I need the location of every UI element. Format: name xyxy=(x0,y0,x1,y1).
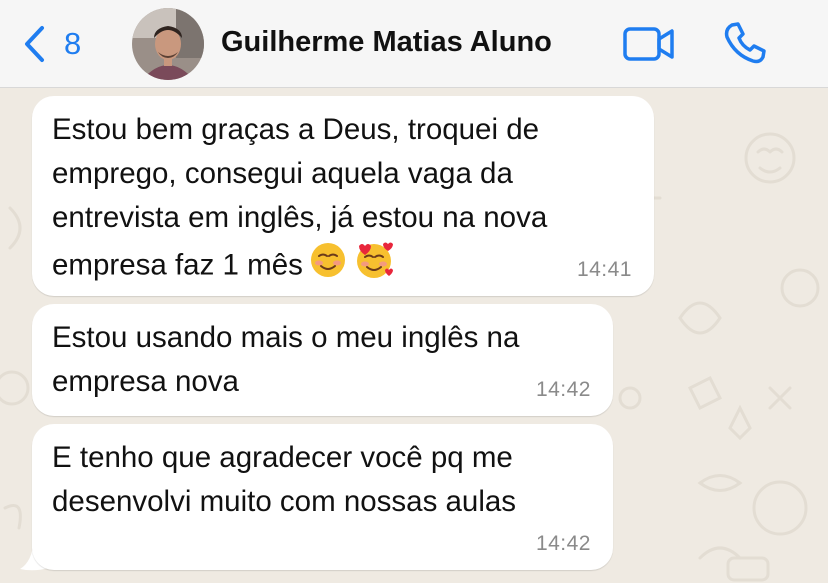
voice-call-button[interactable] xyxy=(722,20,768,66)
message-bubble[interactable]: Estou usando mais o meu inglês na empres… xyxy=(32,304,613,416)
chat-header: 8 Guilherme Matias Aluno xyxy=(0,0,828,88)
message-line: empresa nova xyxy=(52,365,239,398)
smiling-face-with-hearts-emoji xyxy=(353,240,395,293)
message-bubble[interactable]: Estou bem graças a Deus, troquei de empr… xyxy=(32,96,654,296)
message-timestamp: 14:42 xyxy=(535,532,591,555)
contact-avatar[interactable] xyxy=(132,8,204,80)
message-bubble[interactable]: E tenho que agradecer você pq me desenvo… xyxy=(32,424,613,570)
message-line: Estou usando mais o meu inglês na xyxy=(52,321,520,354)
unread-count: 8 xyxy=(64,26,82,61)
message-line: Estou bem graças a Deus, troquei de xyxy=(52,113,540,146)
message-text: Estou usando mais o meu inglês na empres… xyxy=(52,316,519,404)
phone-icon xyxy=(722,22,768,70)
message-timestamp: 14:42 xyxy=(535,378,591,401)
message-line: entrevista em inglês, já estou na nova xyxy=(52,201,548,234)
video-call-button[interactable] xyxy=(622,24,676,64)
message-text: E tenho que agradecer você pq me desenvo… xyxy=(52,436,516,524)
back-button[interactable]: 8 xyxy=(22,22,102,66)
video-camera-icon xyxy=(622,27,676,68)
message-line: emprego, consegui aquela vaga da xyxy=(52,157,513,190)
message-line: empresa faz 1 mês xyxy=(52,248,303,282)
message-line: desenvolvi muito com nossas aulas xyxy=(52,485,517,518)
chevron-left-icon xyxy=(22,24,46,64)
relieved-smile-emoji xyxy=(309,241,347,292)
message-line: E tenho que agradecer você pq me xyxy=(52,441,513,474)
message-text: Estou bem graças a Deus, troquei de empr… xyxy=(52,108,547,293)
message-timestamp: 14:41 xyxy=(576,258,632,281)
contact-name[interactable]: Guilherme Matias Aluno xyxy=(221,26,552,59)
